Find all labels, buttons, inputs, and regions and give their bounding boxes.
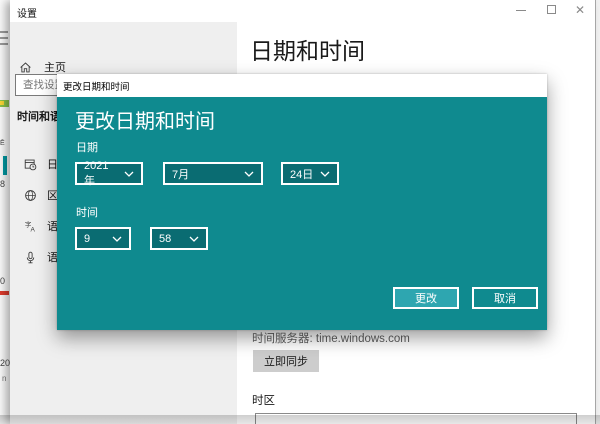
month-select[interactable]: 7月 [163, 162, 263, 185]
time-server-text: 时间服务器: time.windows.com [252, 330, 410, 346]
timezone-select[interactable] [255, 413, 577, 424]
chevron-down-icon [244, 171, 254, 177]
menu-lines-icon [0, 31, 8, 33]
hour-value: 9 [84, 233, 90, 245]
text-fragment: n [2, 374, 6, 383]
calendar-clock-icon [24, 158, 37, 171]
text-fragment: Ē [0, 139, 5, 148]
text-fragment: 20 [0, 359, 10, 368]
sidebar-home-label: 主页 [44, 59, 66, 75]
sidebar-item-home[interactable]: 主页 [19, 59, 66, 75]
text-fragment: 8 [0, 180, 5, 189]
close-icon: ✕ [569, 0, 591, 20]
maximize-button[interactable] [541, 0, 563, 20]
dialog-titlebar[interactable]: 更改日期和时间 [57, 74, 547, 97]
change-button[interactable]: 更改 [393, 287, 459, 309]
chevron-down-icon [320, 171, 330, 177]
dialog-title: 更改日期和时间 [57, 79, 130, 93]
chevron-down-icon [124, 171, 134, 177]
menu-lines-icon [0, 43, 8, 45]
sync-now-button[interactable]: 立即同步 [253, 350, 319, 372]
menu-lines-icon [0, 37, 8, 39]
dialog-body: 更改日期和时间 日期 2021年 7月 24日 时间 9 58 [57, 97, 547, 330]
microphone-icon [24, 251, 37, 264]
change-date-time-dialog: 更改日期和时间 更改日期和时间 日期 2021年 7月 24日 时间 9 [57, 74, 547, 330]
year-value: 2021年 [84, 160, 118, 188]
chevron-down-icon [189, 236, 199, 242]
month-value: 7月 [172, 166, 189, 182]
minimize-button[interactable] [510, 0, 532, 20]
hour-select[interactable]: 9 [75, 227, 131, 250]
close-button[interactable]: ✕ [569, 0, 591, 20]
minimize-icon [516, 10, 526, 11]
time-field-label: 时间 [76, 204, 98, 220]
window-title: 设置 [17, 5, 37, 20]
favicon-fragment [0, 101, 4, 105]
day-value: 24日 [290, 166, 313, 182]
maximize-icon [547, 5, 556, 14]
timezone-label: 时区 [252, 392, 275, 408]
dialog-heading: 更改日期和时间 [75, 105, 215, 134]
chevron-down-icon [112, 236, 122, 242]
page-title: 日期和时间 [250, 32, 365, 66]
cancel-button[interactable]: 取消 [472, 287, 538, 309]
teal-bar-fragment [3, 156, 7, 175]
day-select[interactable]: 24日 [281, 162, 339, 185]
home-icon [19, 61, 32, 74]
globe-icon [24, 189, 37, 202]
screen: Ē 8 0 20 n 设置 ✕ 主页 时间和语言 [0, 0, 600, 424]
language-icon: 字 A [24, 220, 37, 233]
red-bar-fragment [0, 291, 9, 295]
svg-text:A: A [31, 226, 36, 233]
minute-value: 58 [159, 233, 171, 245]
minute-select[interactable]: 58 [150, 227, 208, 250]
text-fragment: 0 [0, 277, 5, 286]
date-field-label: 日期 [76, 139, 98, 155]
year-select[interactable]: 2021年 [75, 162, 143, 185]
